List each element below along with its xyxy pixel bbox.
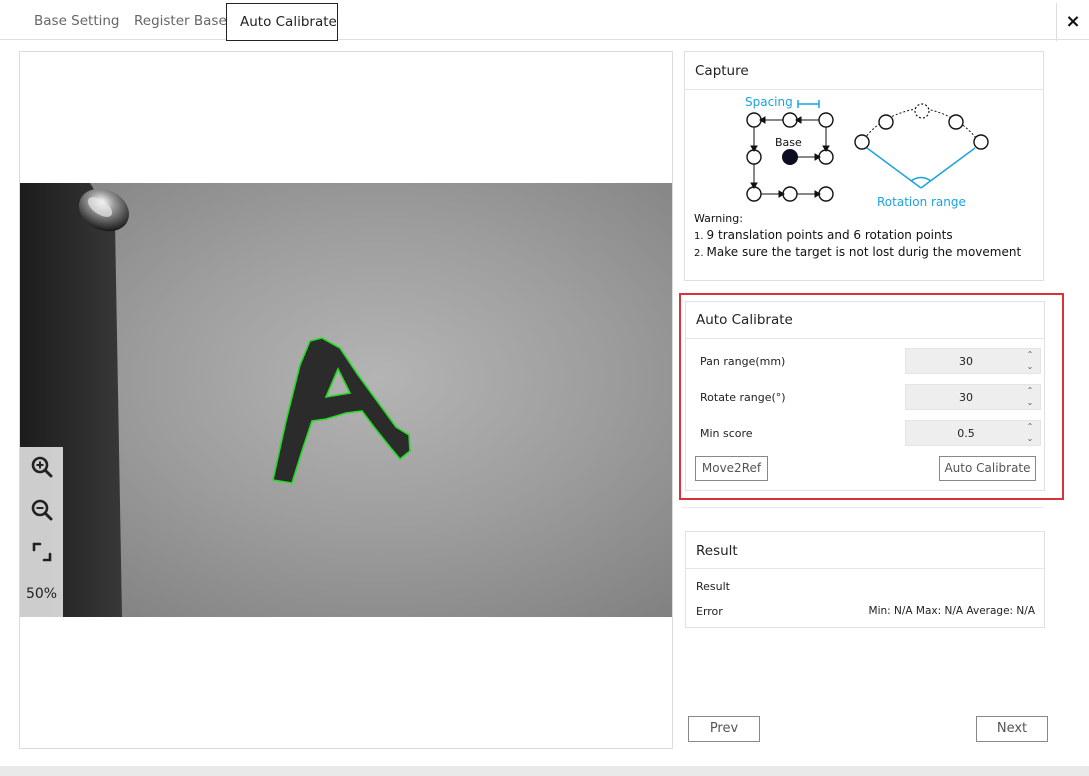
chevron-down-icon[interactable]: ⌄: [1020, 361, 1040, 373]
rotation-point-dashed: [914, 103, 930, 119]
zoom-out-icon[interactable]: [30, 498, 54, 522]
chevron-down-icon[interactable]: ⌄: [1020, 433, 1040, 445]
auto-calibrate-title: Auto Calibrate: [696, 312, 793, 328]
close-icon: ×: [1065, 11, 1081, 32]
warning-item-1: 1. 9 translation points and 6 rotation po…: [694, 228, 953, 242]
image-viewer[interactable]: 50%: [19, 51, 673, 749]
warning-text: Make sure the target is not lost durig t…: [706, 245, 1022, 259]
pan-range-input[interactable]: [906, 349, 1018, 373]
zoom-in-icon[interactable]: [30, 455, 54, 479]
min-score-label: Min score: [700, 427, 753, 440]
capture-title: Capture: [695, 63, 749, 79]
zoom-toolbar: 50%: [20, 447, 63, 617]
rotation-range-label: Rotation range: [877, 195, 966, 209]
result-separator: [682, 507, 1044, 508]
min-score-stepper: ⌃ ⌄: [905, 420, 1041, 446]
warning-item-2: 2. Make sure the target is not lost durig…: [694, 245, 1021, 259]
warning-number: 2.: [694, 248, 704, 259]
result-panel: Result Result Error Min: N/A Max: N/A Av…: [685, 531, 1045, 628]
rotation-points: [854, 114, 989, 150]
auto-calibrate-divider: [686, 338, 1044, 339]
result-label: Result: [696, 580, 730, 593]
base-label: Base: [775, 136, 802, 149]
error-label: Error: [696, 605, 723, 618]
rotation-range-icon: [866, 147, 976, 189]
pan-range-stepper: ⌃ ⌄: [905, 348, 1041, 374]
letter-a-glyph: [272, 337, 411, 484]
error-value: Min: N/A Max: N/A Average: N/A: [868, 605, 1035, 617]
tab-auto-calibrate[interactable]: Auto Calibrate: [226, 3, 338, 41]
warning-title: Warning:: [694, 212, 743, 225]
auto-calibrate-button[interactable]: Auto Calibrate: [939, 456, 1036, 481]
zoom-level[interactable]: 50%: [20, 586, 63, 602]
rotate-range-label: Rotate range(°): [700, 391, 786, 404]
tab-base-setting[interactable]: Base Setting: [21, 3, 133, 41]
close-button[interactable]: ×: [1056, 3, 1089, 41]
fit-view-icon[interactable]: [30, 540, 54, 564]
spacing-label: Spacing: [745, 95, 793, 109]
chevron-up-icon[interactable]: ⌃: [1020, 385, 1040, 397]
spacing-marker-icon: [797, 100, 820, 108]
pan-range-label: Pan range(mm): [700, 355, 786, 368]
camera-image[interactable]: 50%: [20, 183, 672, 617]
rotate-range-stepper: ⌃ ⌄: [905, 384, 1041, 410]
capture-panel: Capture Spacing Base Rotation range Warn…: [684, 51, 1044, 281]
result-divider: [686, 568, 1044, 569]
capture-divider: [685, 89, 1043, 90]
warning-number: 1.: [694, 231, 704, 242]
min-score-input[interactable]: [906, 421, 1018, 445]
result-title: Result: [696, 543, 738, 559]
warning-text: 9 translation points and 6 rotation poin…: [706, 228, 953, 242]
tab-register-base[interactable]: Register Base: [121, 3, 240, 41]
chevron-up-icon[interactable]: ⌃: [1020, 349, 1040, 361]
chevron-down-icon[interactable]: ⌄: [1020, 397, 1040, 409]
move2ref-button[interactable]: Move2Ref: [695, 456, 768, 481]
auto-calibrate-panel: Auto Calibrate Pan range(mm) ⌃ ⌄ Rotate …: [685, 301, 1045, 491]
camera-scene: [20, 183, 411, 617]
rotate-range-input[interactable]: [906, 385, 1018, 409]
app-window: Base Setting Register Base Auto Calibrat…: [0, 0, 1089, 766]
chevron-up-icon[interactable]: ⌃: [1020, 421, 1040, 433]
tab-bar: Base Setting Register Base Auto Calibrat…: [0, 0, 1089, 41]
capture-diagram: Spacing Base Rotation range: [745, 95, 989, 209]
prev-button[interactable]: Prev: [688, 716, 760, 742]
next-button[interactable]: Next: [976, 716, 1048, 742]
base-point-icon: [782, 149, 798, 165]
